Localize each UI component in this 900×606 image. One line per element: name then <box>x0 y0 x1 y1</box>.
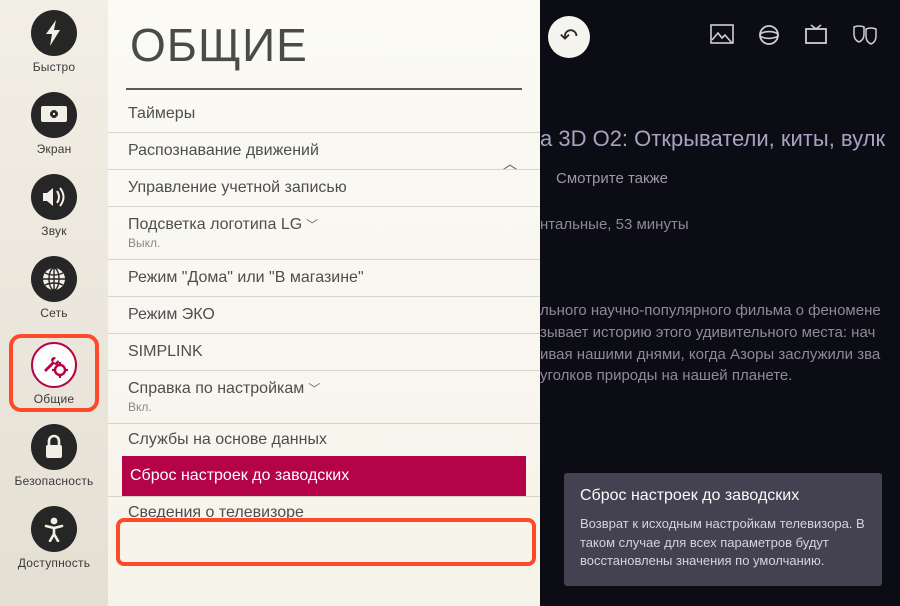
item-label: Службы на основе данных <box>128 431 327 448</box>
display-icon <box>31 92 77 138</box>
sidebar-item-label: Сеть <box>40 306 68 320</box>
item-timers[interactable]: Таймеры <box>108 96 540 132</box>
item-simplink[interactable]: SIMPLINK <box>108 333 540 370</box>
lock-icon <box>31 424 77 470</box>
sidebar-item-label: Экран <box>37 142 72 156</box>
bg-see-also: Смотрите также <box>556 170 668 187</box>
item-home-store[interactable]: Режим "Дома" или "В магазине" <box>108 259 540 296</box>
item-label: Справка по настройкам <box>128 380 304 397</box>
item-account[interactable]: Управление учетной записью <box>108 169 540 206</box>
sidebar-item-sound[interactable]: Звук <box>14 174 94 238</box>
sidebar-item-label: Доступность <box>18 556 90 570</box>
chevron-down-icon: ﹀ <box>306 216 318 233</box>
item-eco[interactable]: Режим ЭКО <box>108 296 540 333</box>
item-label: Подсветка логотипа LG <box>128 216 302 233</box>
item-label: Управление учетной записью <box>128 179 347 196</box>
bolt-icon <box>31 10 77 56</box>
globe-ring-icon[interactable] <box>758 24 780 46</box>
speaker-icon <box>31 174 77 220</box>
tooltip-title: Сброс настроек до заводских <box>580 487 866 505</box>
sidebar-item-label: Общие <box>34 392 74 406</box>
item-label: SIMPLINK <box>128 343 203 360</box>
item-help[interactable]: Справка по настройкам﹀ Вкл. <box>108 370 540 423</box>
sidebar-item-safety[interactable]: Безопасность <box>14 424 94 488</box>
bg-description: льного научно-популярного фильма о феном… <box>540 300 888 387</box>
masks-icon[interactable] <box>852 24 878 46</box>
gear-wrench-icon <box>31 342 77 388</box>
settings-sidebar: Быстро Экран Звук Сеть Общие <box>0 0 108 606</box>
item-motion[interactable]: Распознавание движений <box>108 132 540 169</box>
sidebar-item-label: Быстро <box>33 60 76 74</box>
back-arrow-icon: ↶ <box>560 24 578 50</box>
chevron-down-icon: ﹀ <box>308 380 320 397</box>
bg-meta: нтальные, 53 минуты <box>540 216 689 233</box>
item-sublabel: Выкл. <box>128 236 520 250</box>
bg-title: а 3D О2: Открыватели, киты, вулк <box>540 126 890 152</box>
settings-list: Таймеры Распознавание движений Управлени… <box>108 90 540 529</box>
sidebar-item-accessibility[interactable]: Доступность <box>14 506 94 570</box>
tooltip-body: Возврат к исходным настройкам телевизора… <box>580 515 866 570</box>
item-label: Сброс настроек до заводских <box>130 467 349 484</box>
sidebar-item-quick[interactable]: Быстро <box>14 10 94 74</box>
person-icon <box>31 506 77 552</box>
item-label: Режим ЭКО <box>128 306 215 323</box>
globe-icon <box>31 256 77 302</box>
sidebar-item-picture[interactable]: Экран <box>14 92 94 156</box>
item-label: Распознавание движений <box>128 142 319 159</box>
item-sublabel: Вкл. <box>128 400 520 414</box>
sidebar-item-general[interactable]: Общие <box>9 334 99 412</box>
item-label: Режим "Дома" или "В магазине" <box>128 269 364 286</box>
item-factory-reset[interactable]: Сброс настроек до заводских <box>122 456 526 496</box>
sidebar-item-label: Звук <box>41 224 66 238</box>
item-data-services[interactable]: Службы на основе данных <box>108 423 540 456</box>
settings-panel-general: ОБЩИЕ ︿ Таймеры Распознавание движений У… <box>108 0 540 606</box>
sidebar-item-label: Безопасность <box>15 474 94 488</box>
sidebar-item-network[interactable]: Сеть <box>14 256 94 320</box>
item-tv-info[interactable]: Сведения о телевизоре <box>108 496 540 529</box>
content-type-icons <box>710 24 878 46</box>
item-label: Таймеры <box>128 105 195 122</box>
help-tooltip: Сброс настроек до заводских Возврат к ис… <box>564 473 882 586</box>
photo-icon[interactable] <box>710 24 734 46</box>
back-button[interactable]: ↶ <box>548 16 590 58</box>
tv-icon[interactable] <box>804 24 828 46</box>
item-label: Сведения о телевизоре <box>128 504 304 521</box>
panel-title: ОБЩИЕ <box>108 0 540 82</box>
item-logo-light[interactable]: Подсветка логотипа LG﹀ Выкл. <box>108 206 540 259</box>
